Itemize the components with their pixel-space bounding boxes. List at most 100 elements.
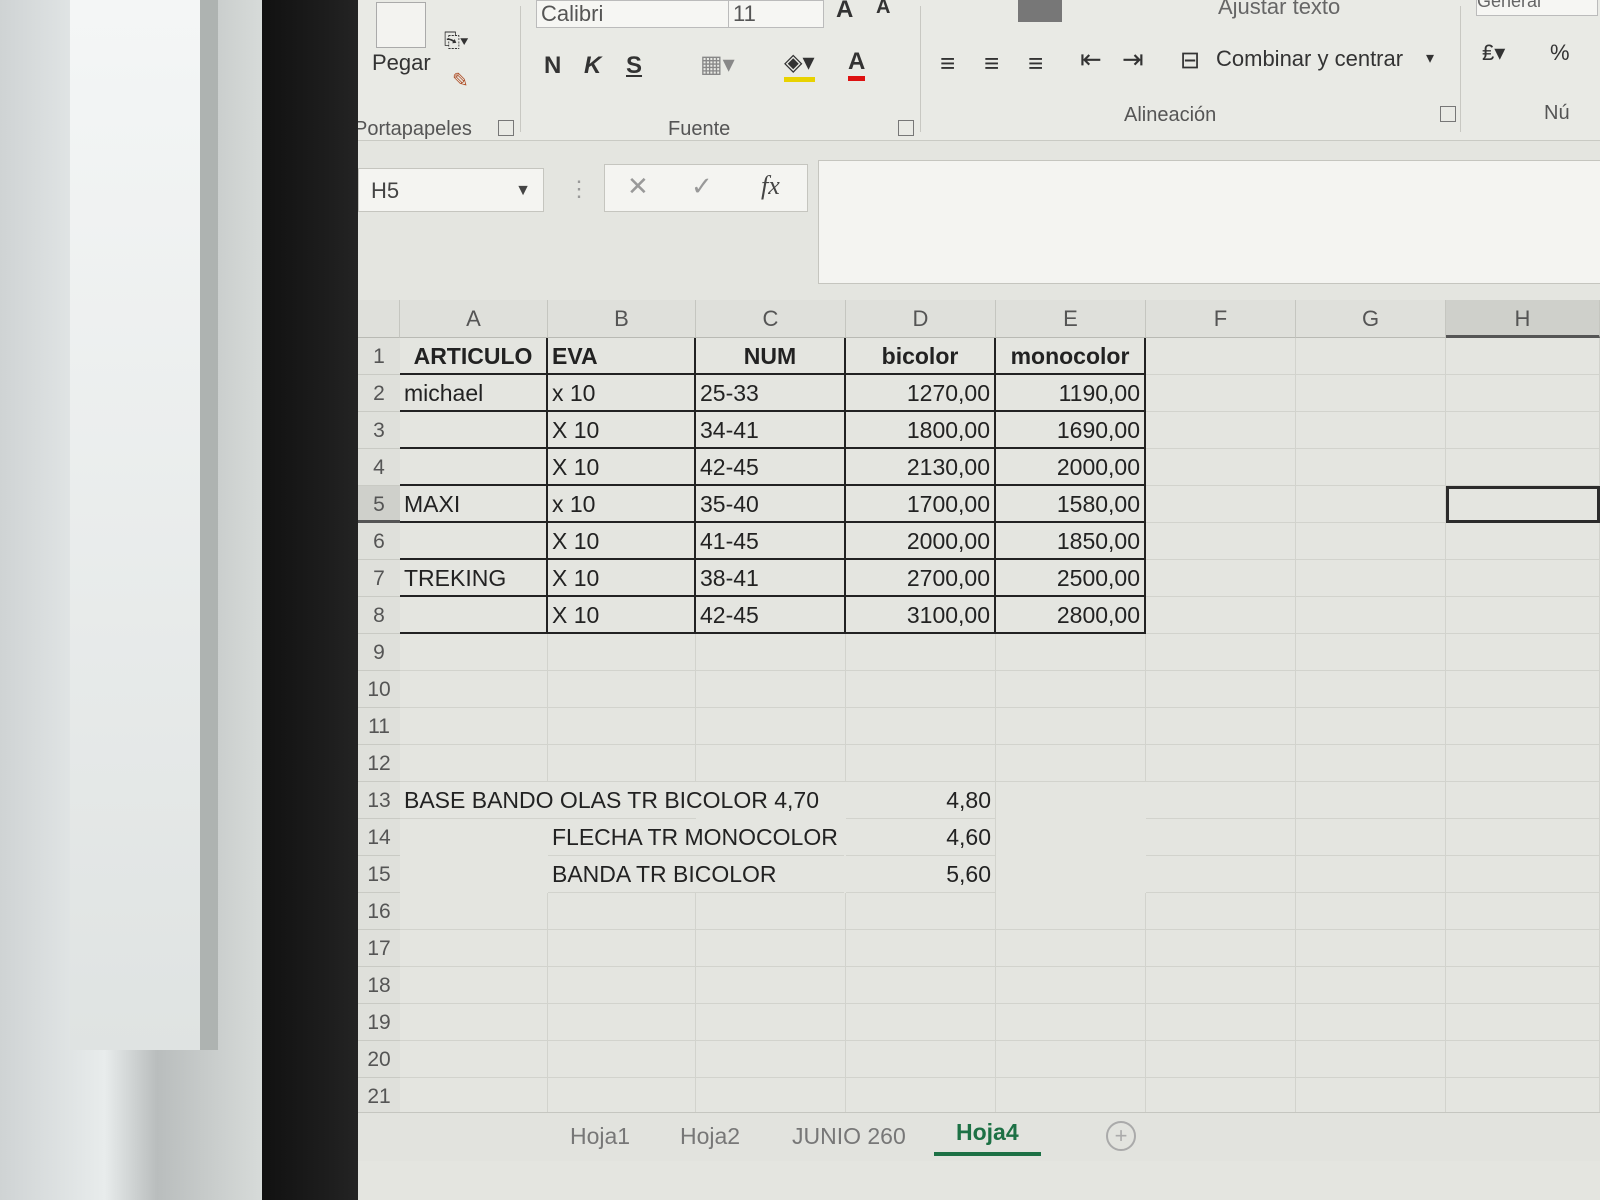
table-cell[interactable]: 1800,00 (846, 412, 996, 449)
table-cell[interactable]: MAXI (400, 486, 548, 523)
grid-cell[interactable] (1446, 523, 1600, 560)
grid-cell[interactable] (1146, 523, 1296, 560)
grid-cell[interactable] (996, 634, 1146, 671)
grid-cell[interactable] (1446, 1004, 1600, 1041)
table-cell[interactable]: X 10 (548, 523, 696, 560)
grid-cell[interactable] (1296, 375, 1446, 412)
row-header[interactable]: 13 (358, 782, 400, 819)
table-cell[interactable]: 2130,00 (846, 449, 996, 486)
row-header[interactable]: 16 (358, 893, 400, 930)
grid-cell[interactable] (548, 930, 696, 967)
grid-cell[interactable] (846, 1004, 996, 1041)
grid-cell[interactable] (400, 967, 548, 1004)
note-value-cell[interactable]: 4,60 (846, 819, 996, 856)
column-header[interactable]: B (548, 300, 696, 338)
grid-cell[interactable] (1446, 893, 1600, 930)
grid-cell[interactable] (1296, 449, 1446, 486)
grid-cell[interactable] (1146, 1078, 1296, 1115)
grid-cell[interactable] (1146, 375, 1296, 412)
grid-cell[interactable] (996, 967, 1146, 1004)
shrink-font-button[interactable]: A (876, 0, 890, 19)
copy-icon[interactable]: ⎘▾ (444, 30, 468, 53)
grid-cell[interactable] (1446, 930, 1600, 967)
grid-cell[interactable] (1146, 856, 1296, 893)
table-cell[interactable]: X 10 (548, 597, 696, 634)
grid-cell[interactable] (548, 893, 696, 930)
number-format-select[interactable]: General (1476, 0, 1598, 16)
enter-icon[interactable]: ✓ (691, 171, 713, 202)
grid-cell[interactable] (1296, 782, 1446, 819)
font-name-select[interactable]: Calibri (536, 0, 730, 28)
grid-cell[interactable] (1146, 930, 1296, 967)
font-color-button[interactable]: A (848, 48, 866, 81)
merge-dropdown-icon[interactable]: ▾ (1426, 48, 1434, 68)
table-cell[interactable]: x 10 (548, 375, 696, 412)
grid-cell[interactable] (996, 1004, 1146, 1041)
table-cell[interactable]: 42-45 (696, 449, 846, 486)
grid-cell[interactable] (1146, 486, 1296, 523)
format-painter-icon[interactable]: ✎ (452, 68, 469, 93)
grid-cell[interactable] (1146, 893, 1296, 930)
table-cell[interactable]: 1190,00 (996, 375, 1146, 412)
grid-cell[interactable] (548, 708, 696, 745)
column-header[interactable]: F (1146, 300, 1296, 338)
grid-cell[interactable] (996, 1041, 1146, 1078)
grid-cell[interactable] (548, 634, 696, 671)
note-text-cell[interactable]: FLECHA TR MONOCOLOR (548, 819, 844, 856)
table-cell[interactable] (400, 523, 548, 560)
table-cell[interactable]: 2000,00 (846, 523, 996, 560)
orientation-icon[interactable] (1018, 0, 1062, 22)
paste-button[interactable]: Pegar (372, 50, 431, 76)
grid-cell[interactable] (1446, 449, 1600, 486)
grid-cell[interactable] (846, 967, 996, 1004)
add-sheet-icon[interactable]: + (1106, 1121, 1136, 1151)
table-cell[interactable]: X 10 (548, 449, 696, 486)
grid-cell[interactable] (1146, 819, 1296, 856)
borders-icon[interactable]: ▦▾ (700, 50, 735, 79)
more-options-icon[interactable]: ⋮ (568, 176, 590, 202)
table-header-cell[interactable]: bicolor (846, 338, 996, 375)
clipboard-launcher-icon[interactable] (498, 120, 514, 136)
grid-cell[interactable] (846, 930, 996, 967)
table-cell[interactable]: 2000,00 (996, 449, 1146, 486)
grid-cell[interactable] (400, 1004, 548, 1041)
grid-cell[interactable] (1446, 412, 1600, 449)
grid-cell[interactable] (400, 671, 548, 708)
table-cell[interactable]: TREKING (400, 560, 548, 597)
grid-cell[interactable] (1146, 412, 1296, 449)
grid-cell[interactable] (1296, 856, 1446, 893)
note-value-cell[interactable]: 4,80 (846, 782, 996, 819)
table-cell[interactable]: 1580,00 (996, 486, 1146, 523)
grid-cell[interactable] (1296, 1078, 1446, 1115)
table-cell[interactable]: X 10 (548, 560, 696, 597)
column-header[interactable]: D (846, 300, 996, 338)
grid-cell[interactable] (1296, 967, 1446, 1004)
grid-cell[interactable] (996, 708, 1146, 745)
table-cell[interactable] (400, 412, 548, 449)
table-cell[interactable]: 25-33 (696, 375, 846, 412)
grid-cell[interactable] (1296, 560, 1446, 597)
sheet-tab-hoja4[interactable]: Hoja4 (934, 1119, 1041, 1156)
fill-color-icon[interactable]: ◈▾ (784, 48, 815, 82)
grid-cell[interactable] (1446, 745, 1600, 782)
row-header[interactable]: 15 (358, 856, 400, 893)
select-all-corner[interactable] (358, 300, 400, 338)
selected-cell-h5[interactable] (1446, 486, 1600, 523)
grid-cell[interactable] (1296, 597, 1446, 634)
table-cell[interactable] (400, 449, 548, 486)
column-header[interactable]: E (996, 300, 1146, 338)
grid-cell[interactable] (1146, 1004, 1296, 1041)
bold-button[interactable]: N (544, 52, 561, 80)
row-header[interactable]: 1 (358, 338, 400, 375)
grid-cell[interactable] (1296, 745, 1446, 782)
row-header[interactable]: 17 (358, 930, 400, 967)
grid-cell[interactable] (696, 967, 846, 1004)
grid-cell[interactable] (400, 708, 548, 745)
grid-cell[interactable] (996, 893, 1146, 930)
column-header[interactable]: G (1296, 300, 1446, 338)
grid-cell[interactable] (400, 893, 548, 930)
grid-cell[interactable] (1296, 634, 1446, 671)
row-header[interactable]: 11 (358, 708, 400, 745)
grid-cell[interactable] (1446, 782, 1600, 819)
sheet-tab-hoja2[interactable]: Hoja2 (680, 1123, 740, 1150)
